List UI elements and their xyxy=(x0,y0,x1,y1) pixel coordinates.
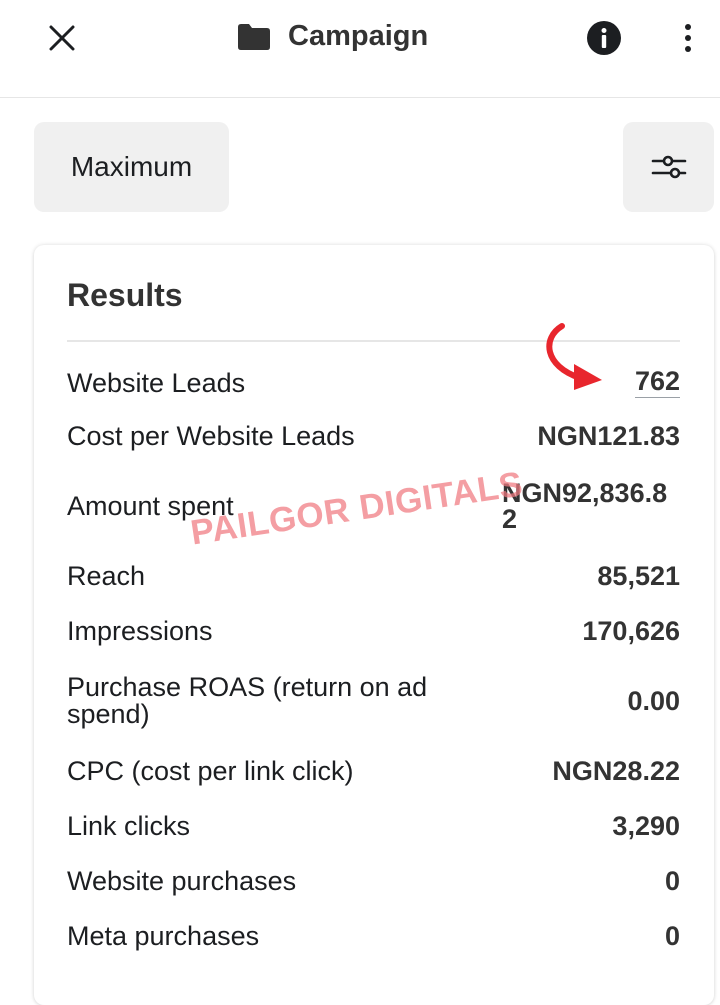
metric-value: 85,521 xyxy=(597,561,680,591)
metric-value: 0 xyxy=(664,921,680,951)
metric-row-cpc: CPC (cost per link click) NGN28.22 xyxy=(67,751,680,791)
app-header: Campaign xyxy=(0,0,720,98)
metric-label: Website purchases xyxy=(67,865,297,896)
folder-icon xyxy=(238,24,270,50)
more-vertical-icon xyxy=(685,46,691,52)
page-title: Campaign xyxy=(288,19,429,52)
metric-label: Reach xyxy=(67,560,146,591)
metric-value: NGN28.22 xyxy=(552,756,680,786)
metric-value: 0 xyxy=(664,866,680,896)
metric-label: Meta purchases xyxy=(67,920,260,951)
results-card: Results Website Leads 762 Cost per Websi… xyxy=(34,245,714,1005)
metric-value: 170,626 xyxy=(582,616,680,646)
metric-label: Impressions xyxy=(67,615,213,646)
metric-row-amount-spent: Amount spent NGN92,836.82 xyxy=(67,476,680,536)
metric-label: Cost per Website Leads xyxy=(67,420,355,451)
curved-arrow-icon xyxy=(546,323,602,390)
metric-label: Link clicks xyxy=(67,810,191,841)
more-vertical-icon xyxy=(685,35,691,41)
info-button[interactable] xyxy=(586,20,622,56)
date-range-label: Maximum xyxy=(70,151,193,182)
results-title: Results xyxy=(67,277,183,313)
metric-value: 3,290 xyxy=(612,811,680,841)
more-vertical-icon xyxy=(685,24,691,30)
metric-label: Purchase ROAS (return on ad spend) xyxy=(67,672,428,729)
close-icon xyxy=(49,25,75,51)
metric-row-cost-per-lead: Cost per Website Leads NGN121.83 xyxy=(67,416,680,456)
metric-row-meta-purchases: Meta purchases 0 xyxy=(67,916,680,956)
metric-row-link-clicks: Link clicks 3,290 xyxy=(67,806,680,846)
metric-value-link[interactable]: 762 xyxy=(634,368,680,398)
more-options-button[interactable] xyxy=(676,18,700,58)
date-range-button[interactable]: Maximum xyxy=(34,122,229,212)
metric-label: Website Leads xyxy=(67,367,246,398)
sliders-icon xyxy=(651,155,686,179)
info-icon xyxy=(587,21,621,55)
metric-row-reach: Reach 85,521 xyxy=(67,556,680,596)
metric-value: NGN92,836.82 xyxy=(502,478,668,534)
metric-row-impressions: Impressions 170,626 xyxy=(67,611,680,651)
metric-label: Amount spent xyxy=(67,490,234,521)
header-title-group: Campaign xyxy=(236,14,428,58)
filter-settings-button[interactable] xyxy=(623,122,714,212)
close-button[interactable] xyxy=(40,18,84,58)
metric-value: NGN121.83 xyxy=(537,421,680,451)
metric-label: CPC (cost per link click) xyxy=(67,755,354,786)
metric-row-website-purchases: Website purchases 0 xyxy=(67,861,680,901)
metric-row-purchase-roas: Purchase ROAS (return on ad spend) 0.00 xyxy=(67,671,680,731)
metric-value: 0.00 xyxy=(627,686,680,716)
